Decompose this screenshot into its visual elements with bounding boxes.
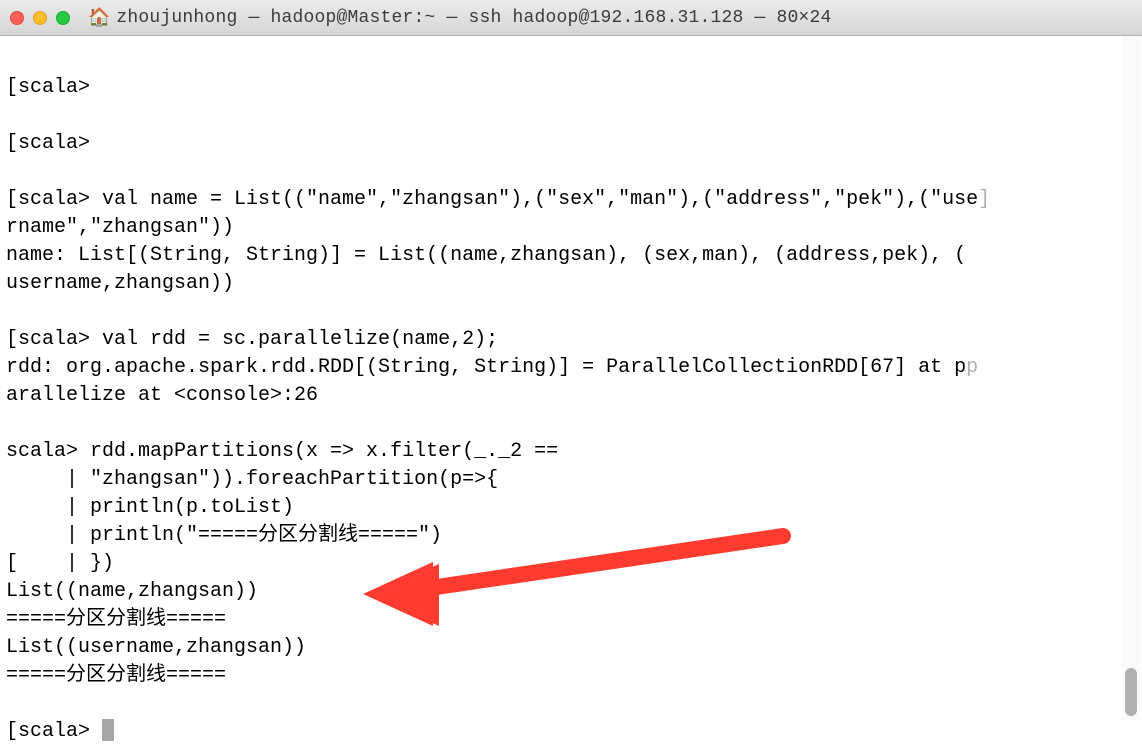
terminal-output[interactable]: [scala> [scala> [scala> val name = List(… (0, 36, 1142, 722)
terminal-line: [scala> (6, 132, 90, 155)
terminal-line: scala> rdd.mapPartitions(x => x.filter(_… (6, 440, 558, 463)
terminal-line: [scala> val name = List(("name","zhangsa… (6, 188, 990, 211)
cursor-icon (102, 719, 114, 741)
close-button[interactable] (10, 11, 24, 25)
window-titlebar: 🏠 zhoujunhong — hadoop@Master:~ — ssh ha… (0, 0, 1142, 36)
terminal-line: | "zhangsan")).foreachPartition(p=>{ (6, 468, 498, 491)
traffic-lights (10, 11, 70, 25)
minimize-button[interactable] (33, 11, 47, 25)
terminal-line: arallelize at <console>:26 (6, 384, 318, 407)
terminal-line: =====分区分割线===== (6, 664, 226, 687)
terminal-line: List((name,zhangsan)) (6, 580, 258, 603)
terminal-line: =====分区分割线===== (6, 608, 226, 631)
window-title: zhoujunhong — hadoop@Master:~ — ssh hado… (116, 8, 831, 28)
terminal-line: List((username,zhangsan)) (6, 636, 306, 659)
title-content: 🏠 zhoujunhong — hadoop@Master:~ — ssh ha… (88, 7, 832, 29)
zoom-button[interactable] (56, 11, 70, 25)
scrollbar-thumb[interactable] (1125, 668, 1137, 716)
home-icon: 🏠 (88, 7, 110, 29)
terminal-line: name: List[(String, String)] = List((nam… (6, 244, 966, 267)
terminal-line: | println(p.toList) (6, 496, 294, 519)
terminal-line: [scala> (6, 76, 90, 99)
terminal-line: rdd: org.apache.spark.rdd.RDD[(String, S… (6, 356, 978, 379)
terminal-line: | println("=====分区分割线=====") (6, 524, 442, 547)
terminal-prompt[interactable]: [scala> (6, 720, 114, 743)
terminal-line: [ | }) (6, 552, 114, 575)
scrollbar-track[interactable] (1122, 36, 1140, 720)
terminal-line: rname","zhangsan")) (6, 216, 234, 239)
terminal-line: [scala> val rdd = sc.parallelize(name,2)… (6, 328, 498, 351)
terminal-line: username,zhangsan)) (6, 272, 234, 295)
